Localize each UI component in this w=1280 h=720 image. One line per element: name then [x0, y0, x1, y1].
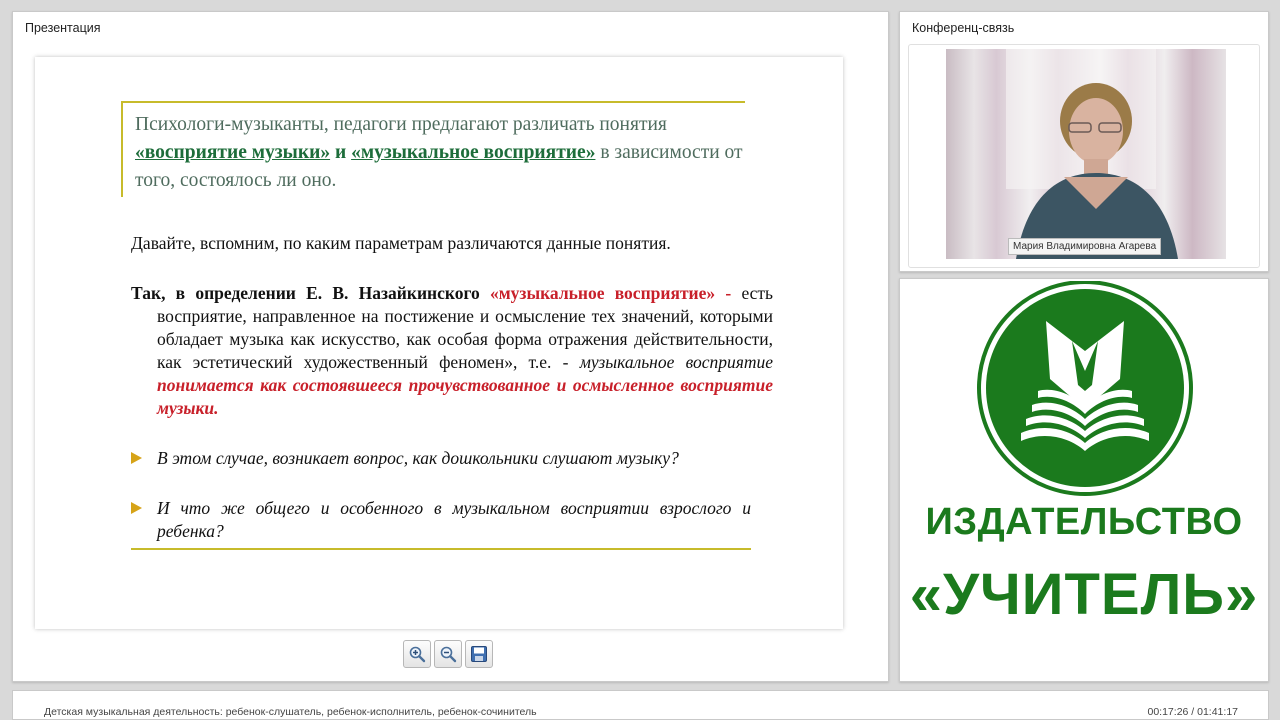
- logo-text-line1: ИЗДАТЕЛЬСТВО: [925, 501, 1243, 543]
- presentation-panel: Презентация Психологи-музыканты, педагог…: [12, 11, 889, 682]
- slide-header-text: Психологи-музыканты, педагоги предлагают…: [135, 111, 755, 195]
- slide-bullet-2: И что же общего и особенного в музыкальн…: [131, 497, 751, 543]
- logo-text-line2: «УЧИТЕЛЬ»: [909, 562, 1259, 627]
- playback-time: 00:17:26 / 01:41:17: [1147, 706, 1239, 718]
- floppy-disk-icon: [471, 646, 487, 662]
- bullet-arrow-icon: [131, 452, 142, 464]
- slide-paragraph-2: Так, в определении Е. В. Назайкинского «…: [131, 282, 773, 420]
- zoom-out-icon: [440, 646, 457, 663]
- webinar-title: Детская музыкальная деятельность: ребено…: [44, 706, 537, 718]
- participant-name-label: Мария Владимировна Агарева: [1008, 238, 1162, 255]
- publisher-emblem-icon: [977, 281, 1193, 496]
- presenter-video-image: [1006, 49, 1178, 259]
- webcam-video: [946, 49, 1226, 259]
- footer-bar: Детская музыкальная деятельность: ребено…: [12, 690, 1269, 720]
- slide-toolbar: [403, 640, 493, 670]
- header-part1: Психологи-музыканты, педагоги предлагают…: [135, 114, 667, 135]
- presentation-panel-title: Презентация: [25, 21, 101, 35]
- header-term2: «музыкальное восприятие»: [351, 142, 596, 163]
- header-and: и: [334, 142, 347, 163]
- bullet-2-text: И что же общего и особенного в музыкальн…: [157, 498, 751, 541]
- slide-bullet-1: В этом случае, возникает вопрос, как дош…: [131, 447, 751, 470]
- bullet-arrow-icon: [131, 502, 142, 514]
- slide-bottom-rule: [131, 548, 751, 550]
- slide-paragraph-1: Давайте, вспомним, по каким параметрам р…: [131, 233, 671, 253]
- presentation-slide: Психологи-музыканты, педагоги предлагают…: [35, 57, 843, 629]
- zoom-in-button[interactable]: [403, 640, 431, 668]
- save-button[interactable]: [465, 640, 493, 668]
- header-term1: «восприятие музыки»: [135, 142, 331, 163]
- para2-italic: музыкальное восприятие: [579, 352, 774, 372]
- conference-panel-title: Конференц-связь: [912, 21, 1015, 35]
- para2-emphasis: понимается как состоявшееся прочувствова…: [157, 375, 773, 418]
- zoom-out-button[interactable]: [434, 640, 462, 668]
- bullet-1-text: В этом случае, возникает вопрос, как дош…: [157, 448, 679, 468]
- para2-quote: «музыкальное восприятие» -: [490, 283, 732, 303]
- publisher-logo-panel: ИЗДАТЕЛЬСТВО «УЧИТЕЛЬ»: [899, 278, 1269, 682]
- para2-lead: Так, в определении Е. В. Назайкинского: [131, 283, 480, 303]
- zoom-in-icon: [409, 646, 426, 663]
